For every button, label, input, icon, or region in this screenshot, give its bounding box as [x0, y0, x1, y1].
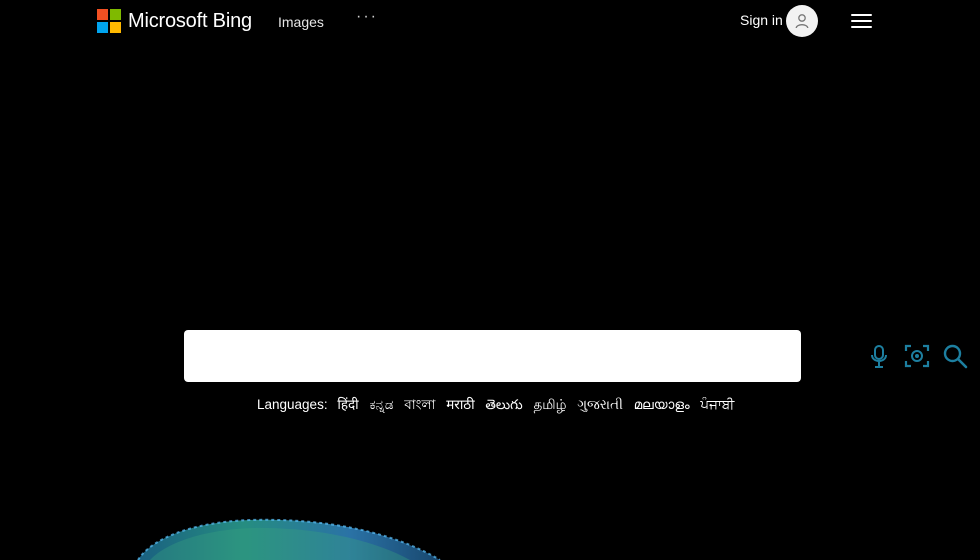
bing-homepage: Microsoft Bing Images ··· Sign in Langua…: [0, 0, 980, 560]
avatar-button[interactable]: [786, 5, 818, 37]
nav-images-link[interactable]: Images: [278, 14, 324, 30]
search-input[interactable]: [200, 340, 684, 374]
search-icon[interactable]: [942, 343, 968, 369]
person-icon: [795, 14, 809, 29]
microsoft-logo-icon: [97, 9, 121, 33]
sign-in-link[interactable]: Sign in: [740, 12, 783, 28]
search-box: [184, 330, 968, 382]
language-link-telugu[interactable]: తెలుగు: [485, 397, 522, 412]
language-link-tamil[interactable]: தமிழ்: [533, 397, 566, 412]
language-link-bangla[interactable]: বাংলা: [404, 397, 435, 412]
bing-logo[interactable]: Microsoft Bing: [97, 9, 252, 33]
visual-search-icon[interactable]: [904, 343, 930, 369]
nav-more-button[interactable]: ···: [356, 8, 378, 26]
background-image: [137, 518, 441, 560]
language-link-punjabi[interactable]: ਪੰਜਾਬੀ: [700, 397, 734, 412]
language-link-gujarati[interactable]: ગુજરાતી: [577, 397, 623, 412]
hamburger-menu-icon[interactable]: [850, 11, 874, 31]
language-link-malayalam[interactable]: മലയാളം: [634, 397, 690, 412]
language-link-marathi[interactable]: मराठी: [446, 397, 474, 412]
brand-name: Microsoft Bing: [128, 9, 252, 32]
languages-label: Languages:: [257, 397, 328, 412]
microphone-icon[interactable]: [866, 343, 892, 369]
languages-bar: Languages: हिंदी ಕನ್ನಡ বাংলা मराठी తెలుగ…: [257, 394, 757, 417]
top-bar: Microsoft Bing Images ··· Sign in: [0, 0, 980, 44]
language-link-hindi[interactable]: हिंदी: [337, 397, 358, 412]
language-link-kannada[interactable]: ಕನ್ನಡ: [369, 397, 393, 412]
